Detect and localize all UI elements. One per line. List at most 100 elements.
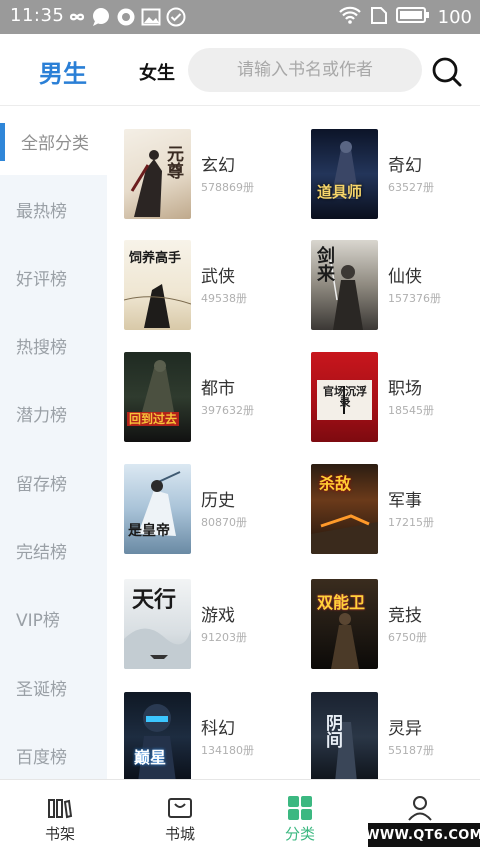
bottom-nav: 书架 书城 分类 WWW.QT6.COM — [0, 779, 480, 847]
cover-title: 饲养高手 — [129, 251, 182, 266]
sidebar-item-label: 热搜榜 — [16, 337, 67, 358]
category-name: 职场 — [388, 379, 422, 399]
profile-icon — [407, 795, 433, 821]
sidebar-item-all[interactable]: 全部分类 — [0, 107, 107, 175]
book-cover: 道具师 — [311, 129, 378, 219]
sidebar-item-retention[interactable]: 留存榜 — [0, 448, 107, 516]
cover-title: 是皇帝 — [128, 523, 170, 539]
tab-male[interactable]: 男生 — [39, 54, 87, 89]
category-name: 游戏 — [201, 606, 235, 626]
category-card[interactable]: 回到过去 都市 397632册 — [124, 352, 310, 452]
sidebar-item-label: 最热榜 — [16, 201, 67, 222]
category-count: 63527册 — [388, 181, 434, 194]
book-cover: 回到过去 — [124, 352, 191, 442]
sidebar-item-label: 百度榜 — [16, 747, 67, 768]
book-cover: 是皇帝 — [124, 464, 191, 554]
sidebar-item-hottest[interactable]: 最热榜 — [0, 175, 107, 243]
category-card[interactable]: 双能卫 竞技 6750册 — [311, 579, 480, 679]
search-icon[interactable] — [431, 56, 463, 88]
category-count: 49538册 — [201, 292, 247, 305]
status-time: 11:35 — [10, 5, 65, 26]
category-card[interactable]: 道具师 奇幻 63527册 — [311, 129, 480, 229]
sim-icon — [370, 5, 388, 29]
status-bar: 11:35 100 — [0, 0, 480, 34]
category-count: 18545册 — [388, 404, 434, 417]
category-name: 都市 — [201, 379, 235, 399]
category-count: 578869册 — [201, 181, 254, 194]
book-cover: 双能卫 — [311, 579, 378, 669]
sidebar-item-potential[interactable]: 潜力榜 — [0, 379, 107, 447]
category-card[interactable]: 阴间 灵异 55187册 — [311, 692, 480, 779]
category-card[interactable]: 天行 游戏 91203册 — [124, 579, 310, 679]
category-grid: 元尊 玄幻 578869册 道具师 奇幻 63527册 饲养高手 武侠 4953… — [107, 107, 480, 779]
search-box[interactable] — [188, 48, 422, 92]
category-card[interactable]: 官场沉浮录 职场 18545册 — [311, 352, 480, 452]
sidebar-item-label: 全部分类 — [21, 133, 89, 154]
notification-icons — [66, 7, 186, 27]
image-icon — [141, 7, 161, 27]
store-bag-icon — [167, 795, 193, 821]
category-card[interactable]: 巅星 科幻 134180册 — [124, 692, 310, 779]
book-cover: 元尊 — [124, 129, 191, 219]
category-count: 157376册 — [388, 292, 441, 305]
nav-bookstore[interactable]: 书城 — [120, 780, 240, 847]
nav-label: 书架 — [44, 825, 75, 843]
top-bar: 男生 女生 — [0, 34, 480, 106]
category-count: 91203册 — [201, 631, 247, 644]
category-name: 军事 — [388, 491, 422, 511]
nav-bookshelf[interactable]: 书架 — [0, 780, 120, 847]
nav-category[interactable]: 分类 — [240, 780, 360, 847]
category-name: 历史 — [201, 491, 235, 511]
cover-title: 天行 — [132, 587, 177, 613]
category-card[interactable]: 剑来 仙侠 157376册 — [311, 240, 480, 340]
sidebar-item-vip[interactable]: VIP榜 — [0, 584, 107, 652]
category-name: 武侠 — [201, 267, 235, 287]
category-name: 玄幻 — [201, 156, 235, 176]
cover-title: 剑来 — [314, 246, 335, 282]
search-input[interactable] — [188, 48, 422, 92]
sidebar-item-label: 好评榜 — [16, 269, 67, 290]
sidebar-item-label: 潜力榜 — [16, 405, 67, 426]
sidebar-item-top-rated[interactable]: 好评榜 — [0, 243, 107, 311]
battery-level: 100 — [437, 6, 472, 28]
cover-title: 阴间 — [322, 714, 342, 748]
book-cover: 剑来 — [311, 240, 378, 330]
sidebar-item-completed[interactable]: 完结榜 — [0, 516, 107, 584]
sidebar-item-hot-search[interactable]: 热搜榜 — [0, 311, 107, 379]
battery-icon — [395, 6, 430, 28]
cover-title: 元尊 — [163, 145, 183, 179]
cover-title: 双能卫 — [317, 593, 366, 612]
wifi-icon — [338, 5, 362, 29]
site-watermark: WWW.QT6.COM — [365, 823, 480, 847]
category-card[interactable]: 饲养高手 武侠 49538册 — [124, 240, 310, 340]
sidebar-item-label: 留存榜 — [16, 474, 67, 495]
cover-title: 官场沉浮录 — [323, 385, 367, 409]
tab-female[interactable]: 女生 — [139, 59, 175, 85]
grid-category-icon — [287, 795, 313, 821]
category-name: 科幻 — [201, 719, 235, 739]
category-card[interactable]: 杀敌 军事 17215册 — [311, 464, 480, 564]
sidebar-item-label: 完结榜 — [16, 542, 67, 563]
circle-badge-icon — [116, 7, 136, 27]
cover-title: 回到过去 — [127, 412, 180, 426]
infinity-icon — [66, 7, 86, 27]
book-cover: 饲养高手 — [124, 240, 191, 330]
bookshelf-icon — [47, 795, 73, 821]
category-count: 6750册 — [388, 631, 427, 644]
category-count: 134180册 — [201, 744, 254, 757]
category-count: 55187册 — [388, 744, 434, 757]
cover-title: 巅星 — [134, 748, 167, 767]
category-count: 80870册 — [201, 516, 247, 529]
sidebar-item-christmas[interactable]: 圣诞榜 — [0, 653, 107, 721]
book-cover: 官场沉浮录 — [311, 352, 378, 442]
chat-bubble-icon — [91, 7, 111, 27]
category-count: 17215册 — [388, 516, 434, 529]
category-count: 397632册 — [201, 404, 254, 417]
category-card[interactable]: 元尊 玄幻 578869册 — [124, 129, 310, 229]
cover-title: 杀敌 — [319, 474, 352, 493]
category-sidebar: 全部分类 最热榜 好评榜 热搜榜 潜力榜 留存榜 完结榜 VIP榜 圣诞榜 百度… — [0, 107, 107, 779]
cover-title: 道具师 — [317, 183, 363, 201]
book-cover: 天行 — [124, 579, 191, 669]
book-cover: 杀敌 — [311, 464, 378, 554]
category-card[interactable]: 是皇帝 历史 80870册 — [124, 464, 310, 564]
